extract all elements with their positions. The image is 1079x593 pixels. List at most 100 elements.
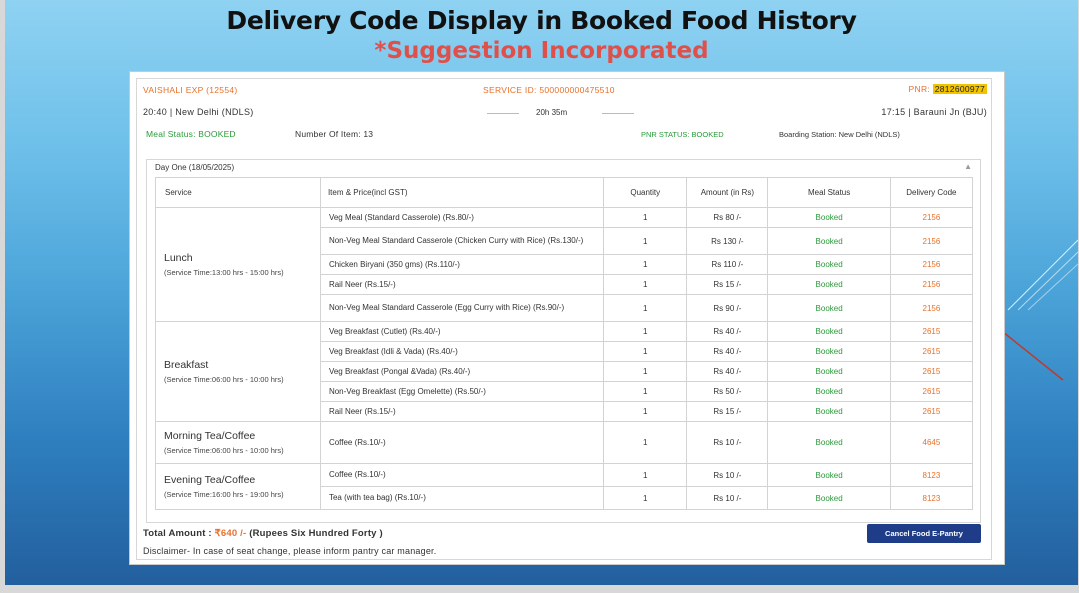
item-cell: Veg Breakfast (Cutlet) (Rs.40/-) <box>319 321 605 342</box>
departure-info: 20:40 | New Delhi (NDLS) <box>143 107 254 117</box>
meal-status-cell: Booked <box>767 381 891 402</box>
table-row: Morning Tea/Coffee (Service Time:06:00 hr… <box>155 421 974 464</box>
slide-subtitle: *Suggestion Incorporated <box>374 38 709 64</box>
meal-status-cell: Booked <box>767 486 891 510</box>
quantity-cell: 1 <box>603 294 688 322</box>
slide-title: Delivery Code Display in Booked Food His… <box>226 6 857 35</box>
duration-line-left <box>487 113 519 114</box>
amount-cell: Rs 40 /- <box>686 361 769 382</box>
amount-cell: Rs 50 /- <box>686 381 769 402</box>
service-time: (Service Time:16:00 hrs - 19:00 hrs) <box>164 489 284 499</box>
day-label: Day One (18/05/2025) <box>155 163 235 172</box>
col-delivery-code: Delivery Code <box>889 177 974 208</box>
delivery-code-cell: 2615 <box>889 321 974 342</box>
delivery-code-cell: 2156 <box>889 254 974 275</box>
total-value: ₹640 /- <box>214 528 247 539</box>
delivery-code-cell: 4645 <box>889 421 974 464</box>
meal-status-cell: Booked <box>767 207 891 228</box>
train-name: VAISHALI EXP (12554) <box>143 85 238 95</box>
service-id: SERVICE ID: 500000000475510 <box>483 85 615 95</box>
amount-cell: Rs 10 /- <box>686 463 769 487</box>
duration-line-right <box>602 113 634 114</box>
delivery-code-cell: 2156 <box>889 294 974 322</box>
table-header-row: Service Item & Price(incl GST) Quantity … <box>155 177 974 208</box>
col-quantity: Quantity <box>603 177 688 208</box>
quantity-cell: 1 <box>603 227 688 255</box>
pnr: PNR: 2812600977 <box>909 84 987 94</box>
amount-cell: Rs 90 /- <box>686 294 769 322</box>
meal-status-cell: Booked <box>767 321 891 342</box>
pnr-label: PNR: <box>908 84 931 94</box>
chevron-up-icon[interactable]: ▲ <box>964 162 972 171</box>
slide-background: Delivery Code Display in Booked Food His… <box>5 0 1078 585</box>
amount-cell: Rs 10 /- <box>686 486 769 510</box>
service-cell: Breakfast (Service Time:06:00 hrs - 10:00… <box>155 321 321 422</box>
item-count: Number Of Item: 13 <box>295 129 374 139</box>
quantity-cell: 1 <box>603 421 688 464</box>
meal-status-cell: Booked <box>767 341 891 362</box>
service-name: Evening Tea/Coffee <box>164 473 256 486</box>
table-row: Lunch (Service Time:13:00 hrs - 15:00 hrs… <box>155 207 974 322</box>
quantity-cell: 1 <box>603 274 688 295</box>
col-meal-status: Meal Status <box>767 177 891 208</box>
item-cell: Non-Veg Meal Standard Casserole (Chicken… <box>319 227 605 255</box>
delivery-code-cell: 2615 <box>889 341 974 362</box>
item-cell: Coffee (Rs.10/-) <box>319 421 605 464</box>
pnr-status: PNR STATUS: BOOKED <box>641 130 724 139</box>
service-name: Morning Tea/Coffee <box>164 429 256 442</box>
service-cell: Lunch (Service Time:13:00 hrs - 15:00 hrs… <box>155 207 321 322</box>
booking-card: VAISHALI EXP (12554) SERVICE ID: 5000000… <box>136 78 992 560</box>
amount-cell: Rs 40 /- <box>686 321 769 342</box>
item-cell: Non-Veg Breakfast (Egg Omelette) (Rs.50/… <box>319 381 605 402</box>
delivery-code-cell: 2156 <box>889 274 974 295</box>
total-amount: Total Amount : ₹640 /- (Rupees Six Hundr… <box>143 528 383 539</box>
meal-status-cell: Booked <box>767 421 891 464</box>
quantity-cell: 1 <box>603 381 688 402</box>
item-cell: Tea (with tea bag) (Rs.10/-) <box>319 486 605 510</box>
amount-cell: Rs 40 /- <box>686 341 769 362</box>
delivery-code-cell: 2615 <box>889 381 974 402</box>
amount-cell: Rs 10 /- <box>686 421 769 464</box>
total-label: Total Amount : <box>143 528 212 539</box>
quantity-cell: 1 <box>603 207 688 228</box>
meal-status-cell: Booked <box>767 463 891 487</box>
trip-duration: 20h 35m <box>536 108 568 117</box>
delivery-code-cell: 2615 <box>889 361 974 382</box>
item-cell: Coffee (Rs.10/-) <box>319 463 605 487</box>
service-cell: Evening Tea/Coffee (Service Time:16:00 hr… <box>155 463 321 510</box>
meal-status-cell: Booked <box>767 274 891 295</box>
col-amount: Amount (in Rs) <box>686 177 769 208</box>
table-row: Breakfast (Service Time:06:00 hrs - 10:00… <box>155 321 974 422</box>
amount-cell: Rs 80 /- <box>686 207 769 228</box>
meal-status: Meal Status: BOOKED <box>146 129 236 139</box>
col-service: Service <box>155 177 321 208</box>
quantity-cell: 1 <box>603 254 688 275</box>
amount-cell: Rs 130 /- <box>686 227 769 255</box>
item-cell: Rail Neer (Rs.15/-) <box>319 401 605 422</box>
quantity-cell: 1 <box>603 463 688 487</box>
amount-cell: Rs 15 /- <box>686 401 769 422</box>
cancel-food-button[interactable]: Cancel Food E-Pantry <box>867 524 981 543</box>
table-row: Evening Tea/Coffee (Service Time:16:00 hr… <box>155 463 974 510</box>
day-section: Day One (18/05/2025) ▲ Service Item & Pr… <box>146 159 981 523</box>
delivery-code-cell: 2156 <box>889 207 974 228</box>
delivery-code-cell: 2156 <box>889 227 974 255</box>
boarding-station: Boarding Station: New Delhi (NDLS) <box>779 130 900 139</box>
meal-table: Service Item & Price(incl GST) Quantity … <box>155 177 974 510</box>
service-cell: Morning Tea/Coffee (Service Time:06:00 hr… <box>155 421 321 464</box>
arrival-info: 17:15 | Barauni Jn (BJU) <box>881 107 987 117</box>
quantity-cell: 1 <box>603 486 688 510</box>
quantity-cell: 1 <box>603 321 688 342</box>
meal-status-cell: Booked <box>767 361 891 382</box>
service-time: (Service Time:13:00 hrs - 15:00 hrs) <box>164 267 284 277</box>
item-cell: Veg Breakfast (Idli & Vada) (Rs.40/-) <box>319 341 605 362</box>
booked-food-history-panel: VAISHALI EXP (12554) SERVICE ID: 5000000… <box>129 71 1005 565</box>
col-item: Item & Price(incl GST) <box>319 177 605 208</box>
service-name: Breakfast <box>164 358 209 371</box>
meal-status-cell: Booked <box>767 401 891 422</box>
quantity-cell: 1 <box>603 401 688 422</box>
total-words: (Rupees Six Hundred Forty ) <box>249 528 383 539</box>
service-name: Lunch <box>164 251 193 264</box>
disclaimer: Disclaimer- In case of seat change, plea… <box>143 546 437 556</box>
item-cell: Veg Meal (Standard Casserole) (Rs.80/-) <box>319 207 605 228</box>
